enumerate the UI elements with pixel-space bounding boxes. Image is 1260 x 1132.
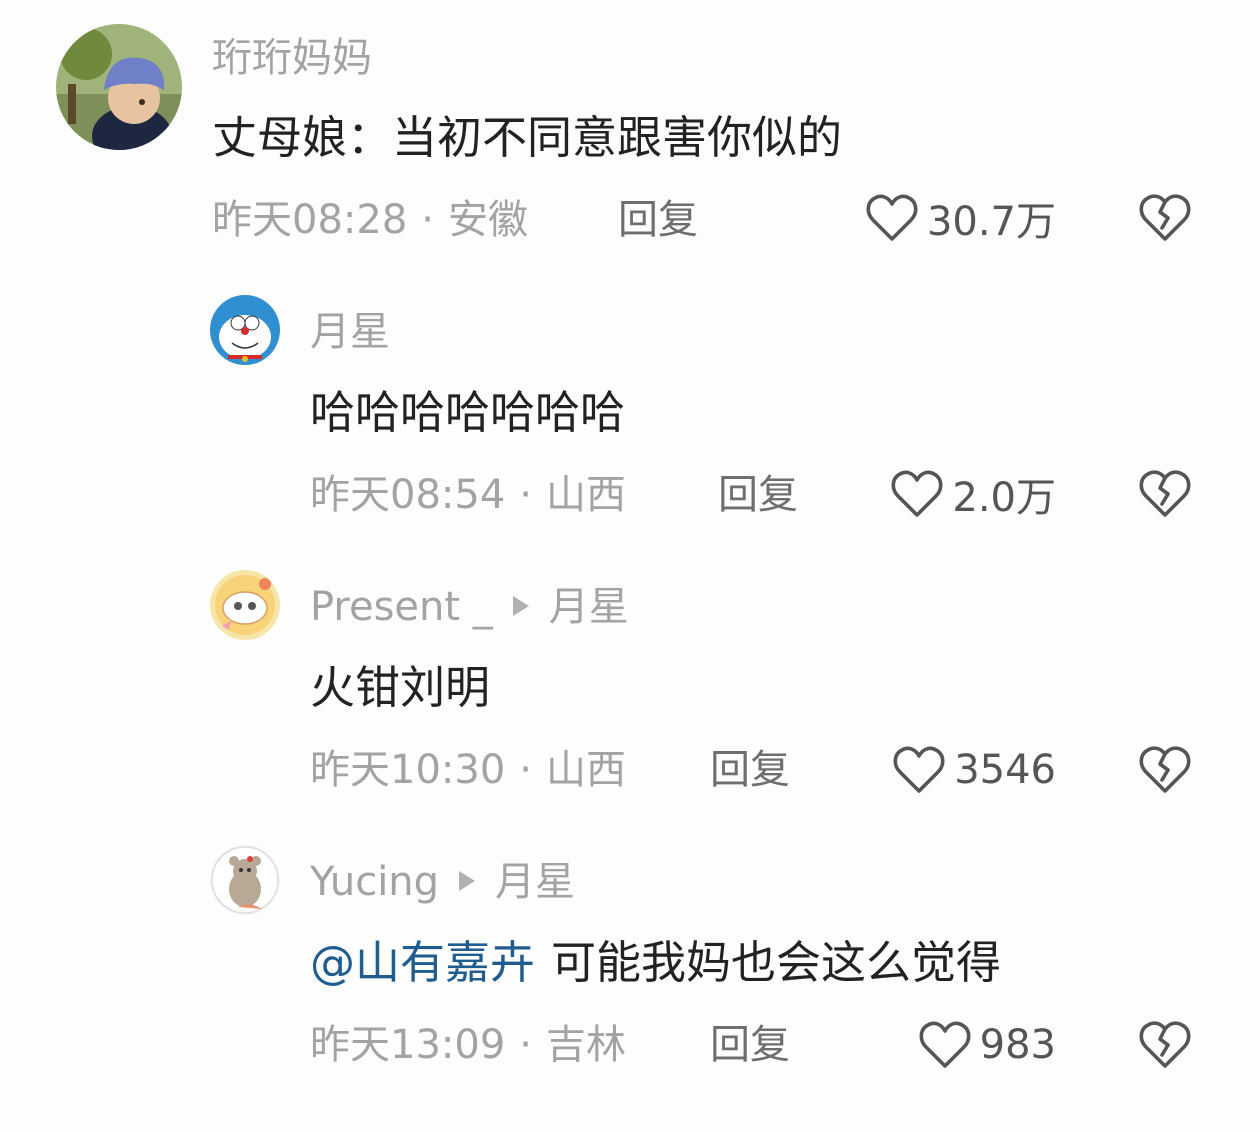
reply-button[interactable]: 回复	[718, 467, 798, 523]
reply-button[interactable]: 回复	[710, 1017, 790, 1073]
broken-heart-icon	[1138, 190, 1192, 244]
dislike-button[interactable]	[1138, 742, 1192, 796]
location: 山西	[546, 747, 626, 793]
reply-button[interactable]: 回复	[710, 742, 790, 798]
timestamp: 昨天10:30	[310, 747, 506, 793]
heart-outline-icon	[892, 745, 946, 795]
mention-link[interactable]: @山有嘉卉	[310, 936, 535, 989]
comment-meta: 昨天13:09 · 吉林	[310, 1017, 626, 1073]
comment-text: 哈哈哈哈哈哈哈	[310, 386, 626, 439]
comment-text: @山有嘉卉 可能我妈也会这么觉得	[310, 932, 1001, 994]
heart-outline-icon	[918, 1020, 972, 1070]
avatar[interactable]	[210, 570, 280, 640]
comment-text: 火钳刘明	[310, 661, 491, 714]
avatar[interactable]	[210, 845, 280, 915]
separator: ·	[519, 1022, 532, 1068]
location: 山西	[546, 472, 626, 518]
like-button[interactable]: 30.7万	[820, 190, 1056, 246]
comment-meta: 昨天08:54 · 山西	[310, 467, 626, 523]
comment-list: 珩珩妈妈 丈母娘：当初不同意跟害你似的 昨天08:28 · 安徽 回复 30.7万	[0, 0, 1260, 1132]
username[interactable]: 珩珩妈妈	[212, 30, 372, 86]
dislike-button[interactable]	[1138, 466, 1192, 520]
like-button[interactable]: 983	[820, 1017, 1056, 1073]
like-count: 30.7万	[926, 199, 1056, 245]
broken-heart-icon	[1138, 742, 1192, 796]
reply-to-username[interactable]: 月星	[549, 584, 629, 630]
reply-header: Present _ 月星	[310, 579, 629, 635]
like-button[interactable]: 3546	[820, 742, 1056, 798]
separator: ·	[519, 747, 532, 793]
like-count: 983	[979, 1022, 1056, 1068]
reply-to-username[interactable]: 月星	[495, 859, 575, 905]
dislike-button[interactable]	[1138, 1017, 1192, 1071]
like-button[interactable]: 2.0万	[820, 466, 1056, 522]
username[interactable]: Yucing	[310, 859, 439, 905]
broken-heart-icon	[1138, 1017, 1192, 1071]
comment-text: 丈母娘：当初不同意跟害你似的	[212, 111, 843, 164]
reply-header: Yucing 月星	[310, 854, 575, 910]
like-count: 3546	[954, 747, 1056, 793]
location: 吉林	[546, 1022, 626, 1068]
timestamp: 昨天08:54	[310, 472, 506, 518]
avatar[interactable]	[56, 24, 182, 150]
dislike-button[interactable]	[1138, 190, 1192, 244]
triangle-right-icon	[459, 871, 476, 891]
heart-outline-icon	[865, 193, 919, 243]
comment-body: 可能我妈也会这么觉得	[551, 936, 1002, 989]
triangle-right-icon	[512, 596, 529, 616]
location: 安徽	[448, 197, 528, 243]
heart-outline-icon	[890, 469, 944, 519]
reply-button[interactable]: 回复	[618, 192, 698, 248]
username[interactable]: Present _	[310, 584, 493, 630]
username[interactable]: 月星	[310, 304, 390, 360]
timestamp: 昨天13:09	[310, 1022, 506, 1068]
comment-meta: 昨天08:28 · 安徽	[212, 192, 528, 248]
comment-meta: 昨天10:30 · 山西	[310, 742, 626, 798]
separator: ·	[519, 472, 532, 518]
avatar[interactable]	[210, 295, 280, 365]
separator: ·	[421, 197, 434, 243]
like-count: 2.0万	[952, 475, 1056, 521]
broken-heart-icon	[1138, 466, 1192, 520]
timestamp: 昨天08:28	[212, 197, 408, 243]
